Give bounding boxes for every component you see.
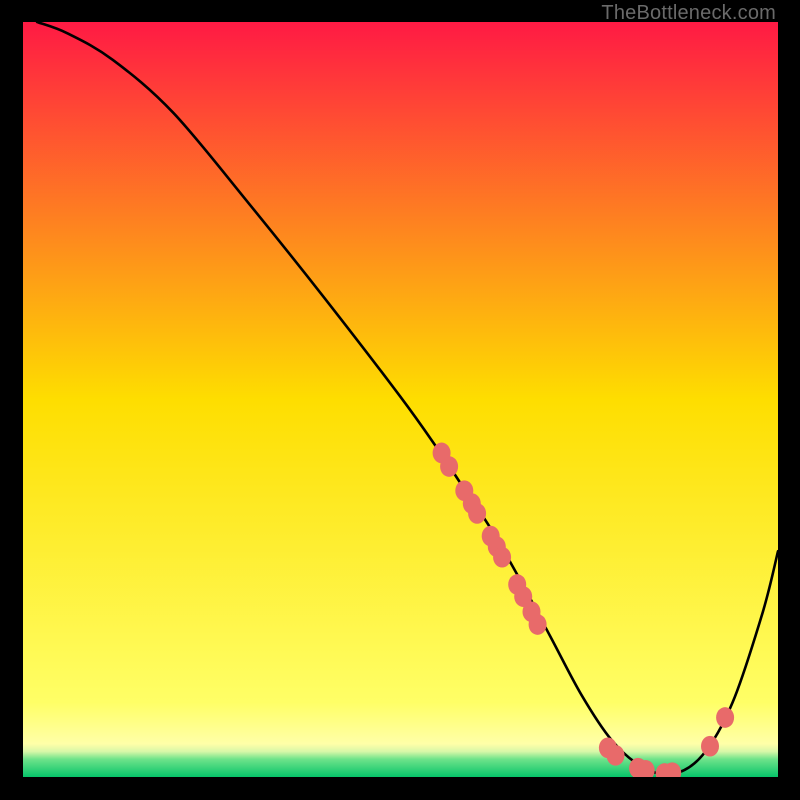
chart-background <box>22 22 778 778</box>
scatter-point <box>607 745 625 766</box>
scatter-point <box>493 547 511 568</box>
scatter-point <box>529 614 547 635</box>
scatter-point <box>468 503 486 524</box>
scatter-point <box>716 707 734 728</box>
chart-plot-area <box>22 22 778 778</box>
chart-svg <box>22 22 778 778</box>
scatter-point <box>701 736 719 757</box>
scatter-point <box>440 456 458 477</box>
